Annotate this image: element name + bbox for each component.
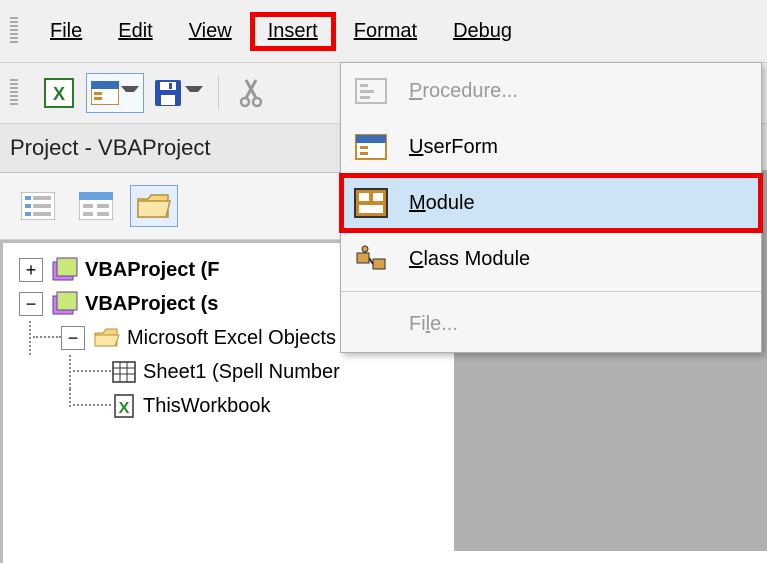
menu-format[interactable]: Format (336, 12, 435, 51)
view-folder-button[interactable] (130, 185, 178, 227)
menu-label: File... (409, 313, 458, 336)
view-detail-button[interactable] (72, 185, 120, 227)
tree-label: VBAProject (F (85, 259, 219, 282)
menu-edit[interactable]: Edit (100, 12, 170, 51)
svg-text:X: X (119, 400, 130, 417)
chevron-down-icon (121, 86, 139, 100)
menu-insert[interactable]: Insert (250, 12, 336, 51)
tree-label: ThisWorkbook (143, 395, 270, 418)
menu-file[interactable]: File (32, 12, 100, 51)
save-button[interactable] (152, 74, 204, 112)
panel-title-text: Project - VBAProject (10, 135, 211, 161)
blank-icon (353, 308, 389, 340)
tree-label: VBAProject (s (85, 293, 218, 316)
workbook-icon: X (111, 393, 137, 419)
insert-menu-dropdown: Procedure... UserForm Module Class Modul… (340, 62, 762, 353)
menu-label: Class Module (409, 248, 530, 271)
menu-label: UserForm (409, 136, 498, 159)
tree-label: Microsoft Excel Objects (127, 327, 336, 350)
form-dropdown-button[interactable] (86, 73, 144, 113)
userform-icon (353, 131, 389, 163)
menu-separator (341, 291, 761, 292)
separator (218, 76, 219, 110)
menu-debug[interactable]: Debug (435, 12, 530, 51)
class-module-icon (353, 243, 389, 275)
menu-view[interactable]: View (171, 12, 250, 51)
svg-text:X: X (53, 84, 65, 104)
view-list-button[interactable] (14, 185, 62, 227)
excel-icon-button[interactable]: X (40, 74, 78, 112)
project-icon (51, 290, 79, 318)
sheet-icon (111, 360, 137, 384)
menu-class-module[interactable]: Class Module (341, 231, 761, 287)
menu-label: Module (409, 192, 475, 215)
cut-button[interactable] (233, 74, 271, 112)
tree-label: Sheet1 (Spell Number (143, 361, 340, 384)
collapse-icon[interactable]: − (19, 292, 43, 316)
grip (10, 79, 18, 107)
menubar: File Edit View Insert Format Debug (0, 0, 767, 63)
collapse-icon[interactable]: − (61, 326, 85, 350)
menu-userform[interactable]: UserForm (341, 119, 761, 175)
grip (10, 17, 18, 45)
chevron-down-icon (185, 86, 203, 100)
folder-open-icon (93, 326, 121, 350)
project-icon (51, 256, 79, 284)
menu-file: File... (341, 296, 761, 352)
menu-label: Procedure... (409, 80, 518, 103)
procedure-icon (353, 75, 389, 107)
module-icon (353, 187, 389, 219)
expand-icon[interactable]: + (19, 258, 43, 282)
menu-procedure: Procedure... (341, 63, 761, 119)
menu-module[interactable]: Module (341, 175, 761, 231)
